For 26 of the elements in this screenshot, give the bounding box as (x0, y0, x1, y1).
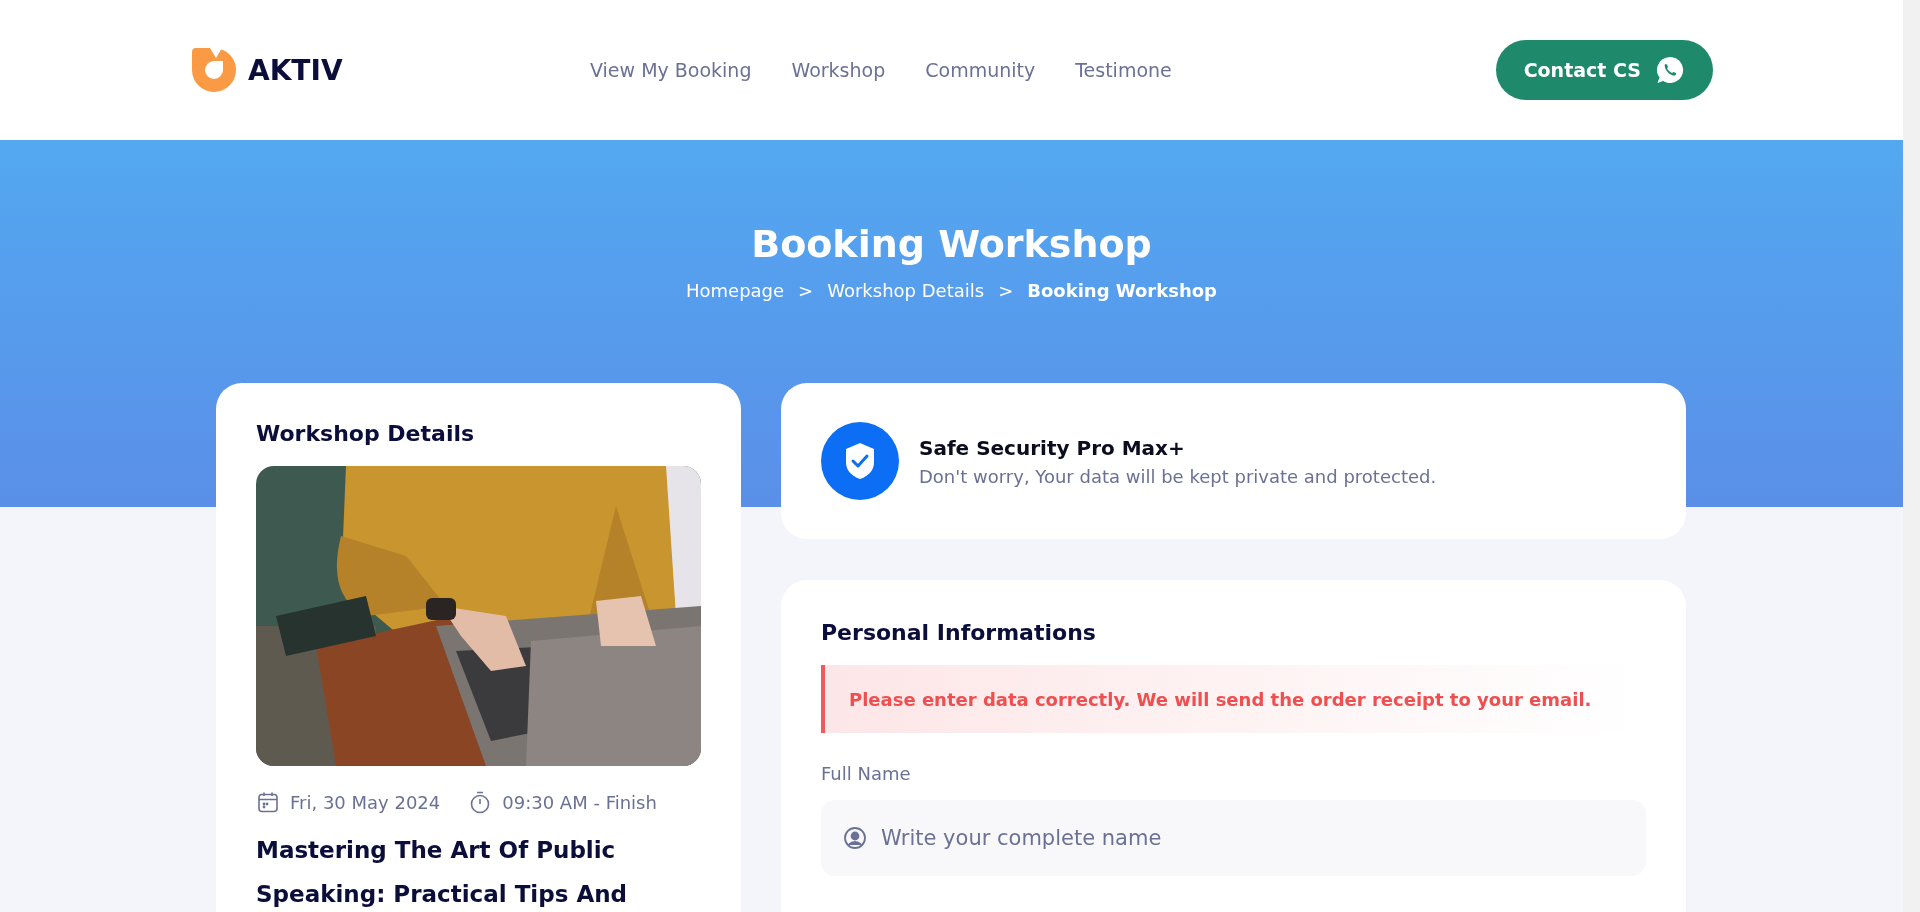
logo-icon (190, 46, 238, 94)
breadcrumb-link[interactable]: Workshop Details (827, 280, 985, 301)
field-label: Full Name (821, 763, 912, 784)
breadcrumb-separator: > (998, 280, 1014, 301)
breadcrumb-link[interactable]: Booking Workshop (1027, 280, 1217, 301)
workshop-time: 09:30 AM - Finish (502, 791, 657, 813)
user-icon (843, 826, 867, 850)
calendar-icon (256, 790, 280, 814)
security-title: Safe Security Pro Max+ (919, 435, 1186, 460)
card-title: Workshop Details (256, 421, 476, 446)
section-title: Personal Informations (821, 620, 1097, 645)
security-text: Don't worry, Your data will be kept private and protected. (919, 465, 1437, 487)
page-title: Booking Workshop (751, 222, 1152, 266)
logo-text: AKTIV (248, 53, 343, 87)
nav-link[interactable]: Workshop (791, 59, 886, 81)
breadcrumb-link[interactable]: Homepage (686, 280, 785, 301)
chat-phone-icon (1655, 55, 1685, 85)
workshop-date: Fri, 30 May 2024 (290, 791, 441, 813)
breadcrumb-separator: > (798, 280, 814, 301)
nav-link[interactable]: Testimone (1075, 59, 1172, 81)
input-field[interactable]: Write your complete name (821, 800, 1646, 876)
workshop-name: Mastering The Art Of Public Speaking: Practical Tips And (256, 836, 629, 909)
shield-check-icon (821, 422, 899, 500)
nav-link[interactable]: View My Booking (590, 59, 752, 81)
contact-button[interactable]: Contact CS (1495, 40, 1713, 100)
nav-link[interactable]: Community (925, 59, 1036, 81)
